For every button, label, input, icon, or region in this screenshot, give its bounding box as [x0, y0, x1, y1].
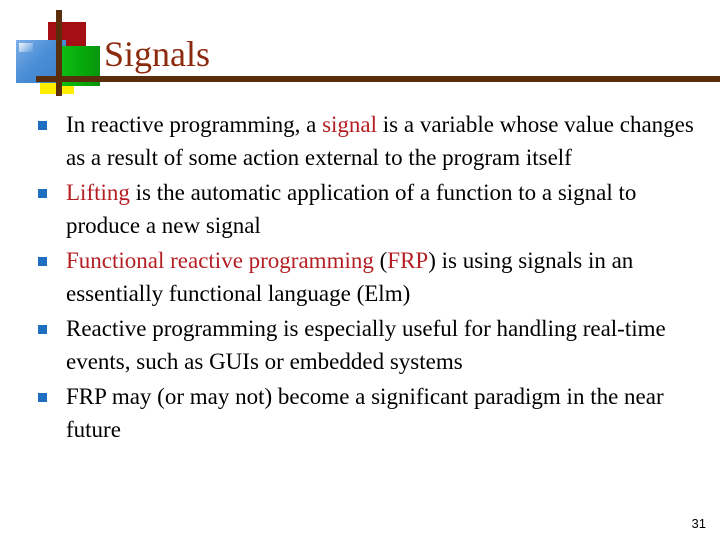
vertical-bar-icon — [56, 10, 62, 96]
list-item: Functional reactive programming (FRP) is… — [34, 244, 706, 310]
bullet-list: In reactive programming, a signal is a v… — [34, 108, 706, 448]
square-bullet-icon — [38, 325, 47, 334]
list-item-text: Functional reactive programming (FRP) is… — [66, 244, 706, 310]
list-item-text: FRP may (or may not) become a significan… — [66, 380, 706, 446]
text-run: Reactive programming is especially usefu… — [66, 316, 666, 374]
square-bullet-icon — [38, 121, 47, 130]
highlighted-term: Functional reactive programming — [66, 248, 374, 273]
highlighted-term: signal — [322, 112, 378, 137]
list-item: Lifting is the automatic application of … — [34, 176, 706, 242]
square-bullet-icon — [38, 393, 47, 402]
title-horizontal-rule — [36, 76, 720, 82]
square-bullet-icon — [38, 189, 47, 198]
text-run: In reactive programming, a — [66, 112, 323, 137]
slide: Signals In reactive programming, a signa… — [0, 0, 720, 540]
list-item-text: Reactive programming is especially usefu… — [66, 312, 706, 378]
text-run: is the automatic application of a functi… — [66, 180, 637, 238]
page-number: 31 — [691, 516, 706, 531]
slide-header: Signals — [0, 0, 720, 100]
square-bullet-icon — [38, 257, 47, 266]
highlighted-term: Lifting — [66, 180, 130, 205]
list-item-text: In reactive programming, a signal is a v… — [66, 108, 706, 174]
decorative-logo — [16, 8, 106, 96]
list-item: FRP may (or may not) become a significan… — [34, 380, 706, 446]
list-item: Reactive programming is especially usefu… — [34, 312, 706, 378]
highlighted-term: FRP — [387, 248, 429, 273]
text-run: FRP may (or may not) become a significan… — [66, 384, 664, 442]
list-item-text: Lifting is the automatic application of … — [66, 176, 706, 242]
page-title: Signals — [104, 34, 211, 74]
text-run: ( — [373, 248, 388, 273]
list-item: In reactive programming, a signal is a v… — [34, 108, 706, 174]
